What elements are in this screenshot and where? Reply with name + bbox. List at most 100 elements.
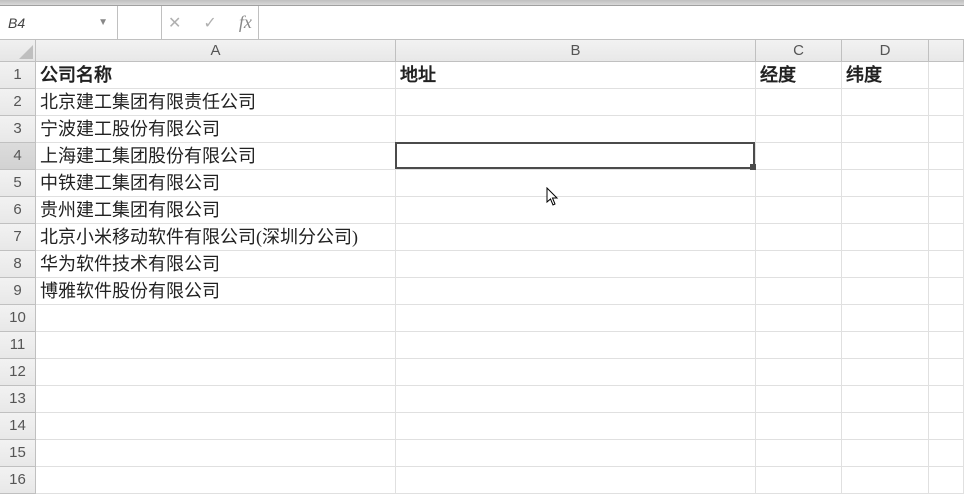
cell-B4[interactable] xyxy=(396,143,756,170)
cell-A2[interactable]: 北京建工集团有限责任公司 xyxy=(36,89,396,116)
cell-D8[interactable] xyxy=(842,251,929,278)
cell-A5[interactable]: 中铁建工集团有限公司 xyxy=(36,170,396,197)
cell-B12[interactable] xyxy=(396,359,756,386)
cell-B6[interactable] xyxy=(396,197,756,224)
cell-B8[interactable] xyxy=(396,251,756,278)
cell-C3[interactable] xyxy=(756,116,842,143)
cell-E9[interactable] xyxy=(929,278,964,305)
cell-D16[interactable] xyxy=(842,467,929,494)
cell-A15[interactable] xyxy=(36,440,396,467)
cell-D5[interactable] xyxy=(842,170,929,197)
cell-C2[interactable] xyxy=(756,89,842,116)
cell-B7[interactable] xyxy=(396,224,756,251)
row-header[interactable]: 12 xyxy=(0,359,36,386)
cell-B15[interactable] xyxy=(396,440,756,467)
cell-B14[interactable] xyxy=(396,413,756,440)
cell-A12[interactable] xyxy=(36,359,396,386)
cell-E6[interactable] xyxy=(929,197,964,224)
cell-A9[interactable]: 博雅软件股份有限公司 xyxy=(36,278,396,305)
row-header[interactable]: 16 xyxy=(0,467,36,494)
row-header[interactable]: 6 xyxy=(0,197,36,224)
cell-B11[interactable] xyxy=(396,332,756,359)
cell-C9[interactable] xyxy=(756,278,842,305)
name-box[interactable]: B4 ▼ xyxy=(0,6,118,39)
cell-D4[interactable] xyxy=(842,143,929,170)
cell-D12[interactable] xyxy=(842,359,929,386)
row-header[interactable]: 3 xyxy=(0,116,36,143)
name-box-dropdown-icon[interactable]: ▼ xyxy=(95,17,111,28)
cell-E14[interactable] xyxy=(929,413,964,440)
cell-E7[interactable] xyxy=(929,224,964,251)
cell-E2[interactable] xyxy=(929,89,964,116)
cell-D9[interactable] xyxy=(842,278,929,305)
cell-D6[interactable] xyxy=(842,197,929,224)
cancel-icon[interactable]: ✕ xyxy=(168,13,181,33)
cell-E10[interactable] xyxy=(929,305,964,332)
cell-C16[interactable] xyxy=(756,467,842,494)
cell-C7[interactable] xyxy=(756,224,842,251)
spreadsheet-grid[interactable]: A B C D 1公司名称地址经度纬度2北京建工集团有限责任公司3宁波建工股份有… xyxy=(0,40,964,494)
cell-E8[interactable] xyxy=(929,251,964,278)
cell-C8[interactable] xyxy=(756,251,842,278)
cell-B5[interactable] xyxy=(396,170,756,197)
formula-input[interactable] xyxy=(259,6,964,39)
row-header[interactable]: 8 xyxy=(0,251,36,278)
row-header[interactable]: 1 xyxy=(0,62,36,89)
cell-E16[interactable] xyxy=(929,467,964,494)
cell-D1[interactable]: 纬度 xyxy=(842,62,929,89)
row-header[interactable]: 5 xyxy=(0,170,36,197)
cell-A13[interactable] xyxy=(36,386,396,413)
accept-icon[interactable]: ✓ xyxy=(203,13,216,33)
cell-E1[interactable] xyxy=(929,62,964,89)
cell-E15[interactable] xyxy=(929,440,964,467)
cell-E12[interactable] xyxy=(929,359,964,386)
row-header[interactable]: 7 xyxy=(0,224,36,251)
cell-A11[interactable] xyxy=(36,332,396,359)
cell-D7[interactable] xyxy=(842,224,929,251)
cell-E11[interactable] xyxy=(929,332,964,359)
cell-E4[interactable] xyxy=(929,143,964,170)
cell-A4[interactable]: 上海建工集团股份有限公司 xyxy=(36,143,396,170)
row-header[interactable]: 2 xyxy=(0,89,36,116)
col-header-D[interactable]: D xyxy=(842,40,929,62)
cell-D15[interactable] xyxy=(842,440,929,467)
col-header-B[interactable]: B xyxy=(396,40,756,62)
cell-C5[interactable] xyxy=(756,170,842,197)
row-header[interactable]: 4 xyxy=(0,143,36,170)
col-header-E[interactable] xyxy=(929,40,964,62)
cell-A16[interactable] xyxy=(36,467,396,494)
cell-E13[interactable] xyxy=(929,386,964,413)
row-header[interactable]: 15 xyxy=(0,440,36,467)
cell-C4[interactable] xyxy=(756,143,842,170)
cell-D10[interactable] xyxy=(842,305,929,332)
cell-A14[interactable] xyxy=(36,413,396,440)
cell-C15[interactable] xyxy=(756,440,842,467)
cell-C6[interactable] xyxy=(756,197,842,224)
row-header[interactable]: 11 xyxy=(0,332,36,359)
cell-A10[interactable] xyxy=(36,305,396,332)
cell-A3[interactable]: 宁波建工股份有限公司 xyxy=(36,116,396,143)
row-header[interactable]: 9 xyxy=(0,278,36,305)
cell-A1[interactable]: 公司名称 xyxy=(36,62,396,89)
cell-D2[interactable] xyxy=(842,89,929,116)
cell-C12[interactable] xyxy=(756,359,842,386)
cell-C11[interactable] xyxy=(756,332,842,359)
cell-C13[interactable] xyxy=(756,386,842,413)
row-header[interactable]: 10 xyxy=(0,305,36,332)
cell-B13[interactable] xyxy=(396,386,756,413)
row-header[interactable]: 13 xyxy=(0,386,36,413)
col-header-C[interactable]: C xyxy=(756,40,842,62)
cell-B3[interactable] xyxy=(396,116,756,143)
cell-B16[interactable] xyxy=(396,467,756,494)
cell-B2[interactable] xyxy=(396,89,756,116)
cell-A6[interactable]: 贵州建工集团有限公司 xyxy=(36,197,396,224)
cell-D11[interactable] xyxy=(842,332,929,359)
cell-A7[interactable]: 北京小米移动软件有限公司(深圳分公司) xyxy=(36,224,396,251)
select-all-button[interactable] xyxy=(0,40,36,62)
col-header-A[interactable]: A xyxy=(36,40,396,62)
fx-icon[interactable]: fx xyxy=(239,12,252,33)
cell-C10[interactable] xyxy=(756,305,842,332)
cell-B10[interactable] xyxy=(396,305,756,332)
cell-B1[interactable]: 地址 xyxy=(396,62,756,89)
cell-E3[interactable] xyxy=(929,116,964,143)
